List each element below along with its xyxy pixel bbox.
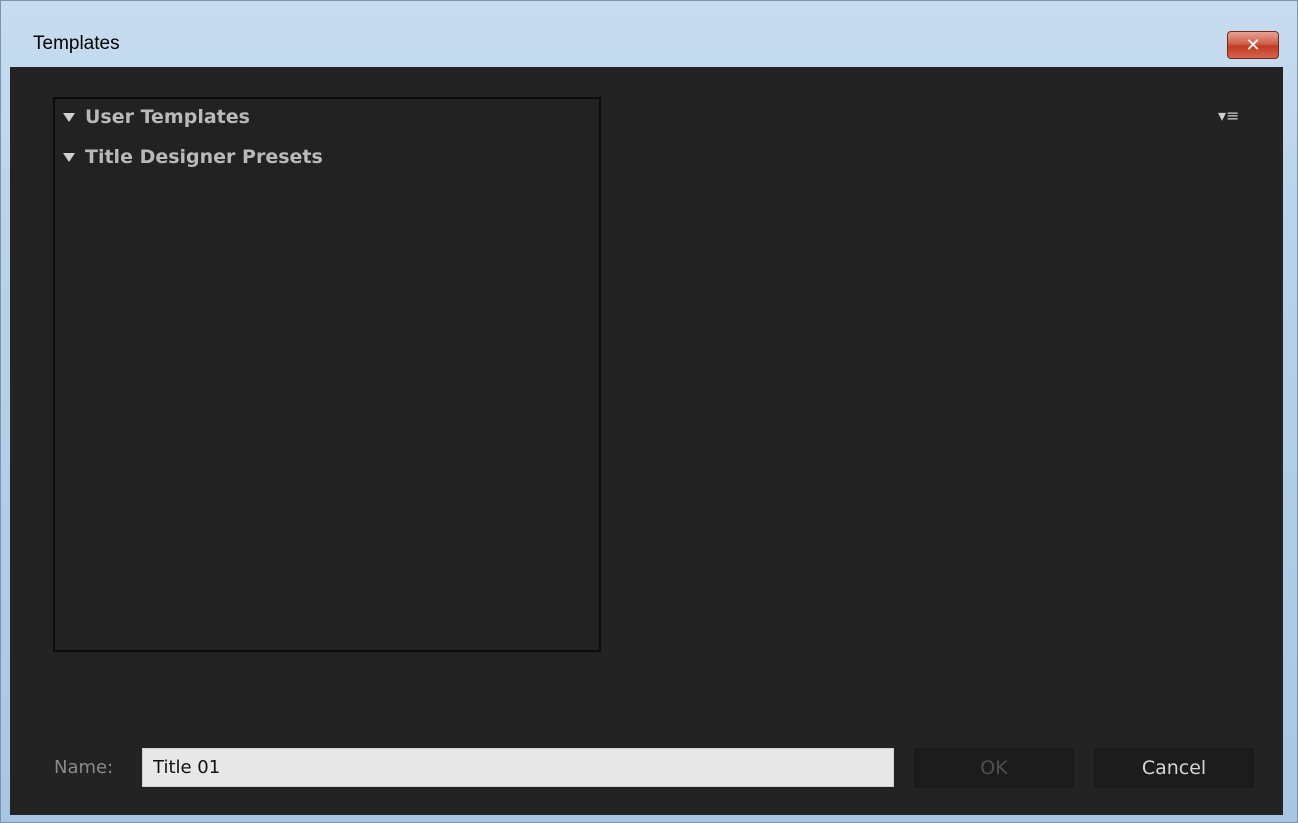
name-label: Name: (54, 757, 114, 778)
tree-item-title-designer-presets[interactable]: Title Designer Presets (63, 145, 323, 169)
cancel-button[interactable]: Cancel (1094, 748, 1254, 788)
name-input[interactable] (142, 748, 894, 787)
dialog-content: User Templates Title Designer Presets ▾≡… (10, 67, 1283, 815)
templates-dialog: Templates ✕ User Templates Title Designe… (0, 0, 1298, 823)
close-button[interactable]: ✕ (1227, 31, 1279, 59)
tree-item-user-templates[interactable]: User Templates (63, 105, 250, 129)
tree-item-label: User Templates (85, 106, 250, 128)
expand-triangle-icon[interactable] (63, 152, 75, 162)
templates-tree-panel: User Templates Title Designer Presets (53, 97, 601, 652)
dialog-title: Templates (33, 33, 120, 54)
close-icon: ✕ (1245, 34, 1261, 56)
panel-menu-icon[interactable]: ▾≡ (1218, 107, 1246, 125)
expand-triangle-icon[interactable] (63, 112, 75, 122)
ok-button[interactable]: OK (914, 748, 1074, 788)
title-bar[interactable]: Templates ✕ (1, 1, 1297, 67)
tree-item-label: Title Designer Presets (85, 146, 323, 168)
